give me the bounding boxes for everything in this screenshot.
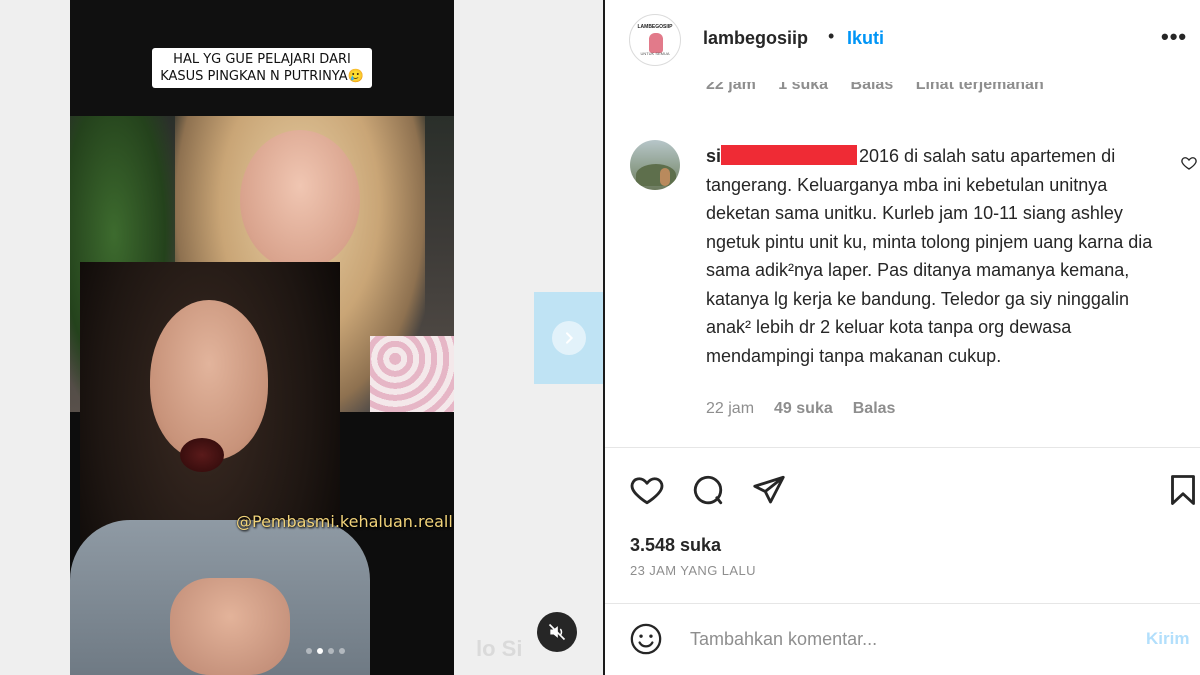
post-media[interactable]: HAL YG GUE PELAJARI DARI KASUS PINGKAN N… bbox=[70, 0, 454, 675]
comment-icon[interactable] bbox=[690, 472, 726, 508]
header-separator: • bbox=[828, 26, 835, 46]
previous-comment-time: 22 jam bbox=[706, 82, 756, 93]
more-options-button[interactable]: ••• bbox=[1161, 24, 1187, 50]
post-like-count[interactable]: 3.548 suka bbox=[630, 535, 721, 556]
previous-comment-meta: 22 jam 1 suka Balas Lihat terjemahan bbox=[706, 82, 1156, 96]
paper-plane-icon[interactable] bbox=[751, 472, 787, 508]
post-actions bbox=[629, 472, 1199, 508]
post-timestamp: 23 JAM YANG LALU bbox=[630, 563, 756, 578]
video-watermark: @Pembasmi.kehaluan.reall bbox=[236, 512, 453, 531]
redaction-bar bbox=[721, 145, 858, 165]
chevron-right-icon bbox=[552, 321, 586, 355]
avatar-hill bbox=[636, 164, 676, 186]
carousel-dot bbox=[339, 648, 345, 654]
comment-reply-button[interactable]: Balas bbox=[853, 400, 896, 418]
woman-dark-face bbox=[150, 300, 268, 460]
composer-divider bbox=[605, 603, 1200, 604]
mute-button[interactable] bbox=[537, 612, 577, 652]
smiley-icon[interactable] bbox=[629, 622, 663, 656]
comment-text: 2016 di salah satu apartemen di tangeran… bbox=[706, 146, 1153, 366]
post-comment-button[interactable]: Kirim bbox=[1146, 629, 1189, 649]
comment-input[interactable] bbox=[690, 624, 1130, 654]
carousel-indicator bbox=[306, 648, 345, 654]
previous-comment-reply[interactable]: Balas bbox=[851, 82, 894, 93]
comment-meta: 22 jam 49 suka Balas bbox=[706, 400, 895, 418]
comment-likes[interactable]: 49 suka bbox=[774, 400, 833, 418]
comment-time: 22 jam bbox=[706, 400, 755, 417]
woman-mouth bbox=[180, 438, 224, 472]
previous-comment-translate[interactable]: Lihat terjemahan bbox=[916, 82, 1044, 93]
previous-comment-likes[interactable]: 1 suka bbox=[778, 82, 828, 93]
carousel-dot-active bbox=[317, 648, 323, 654]
heart-icon[interactable] bbox=[629, 472, 665, 508]
heart-outline-icon[interactable] bbox=[1180, 154, 1198, 172]
woman-hand bbox=[170, 578, 290, 675]
avatar-logo-figure bbox=[649, 33, 663, 53]
carousel-dot bbox=[306, 648, 312, 654]
video-caption: HAL YG GUE PELAJARI DARI KASUS PINGKAN N… bbox=[152, 48, 372, 88]
carousel-dot bbox=[328, 648, 334, 654]
avatar-person bbox=[660, 168, 670, 186]
commenter-avatar[interactable] bbox=[630, 140, 680, 190]
comment-body: si 2016 di salah satu apartemen di tanger… bbox=[706, 142, 1166, 370]
follow-button[interactable]: Ikuti bbox=[847, 28, 884, 49]
avatar-logo-sub: UNTUK SEMUA bbox=[640, 51, 670, 56]
next-media-button[interactable] bbox=[534, 292, 604, 384]
avatar-logo-text: LAMBEGOSIIP bbox=[637, 24, 673, 30]
account-avatar[interactable]: LAMBEGOSIIP UNTUK SEMUA bbox=[629, 14, 681, 66]
speaker-muted-icon bbox=[548, 623, 566, 641]
panel-divider bbox=[603, 0, 605, 675]
account-username[interactable]: lambegosiip bbox=[703, 28, 808, 49]
bookmark-icon[interactable] bbox=[1165, 472, 1200, 508]
floral-dress bbox=[370, 336, 454, 412]
commenter-username[interactable]: si bbox=[706, 146, 721, 166]
actions-divider bbox=[605, 447, 1200, 448]
faint-watermark: lo Si bbox=[476, 636, 523, 661]
post-header: LAMBEGOSIIP UNTUK SEMUA lambegosiip • Ik… bbox=[605, 0, 1200, 86]
woman-blonde-face bbox=[240, 130, 360, 270]
